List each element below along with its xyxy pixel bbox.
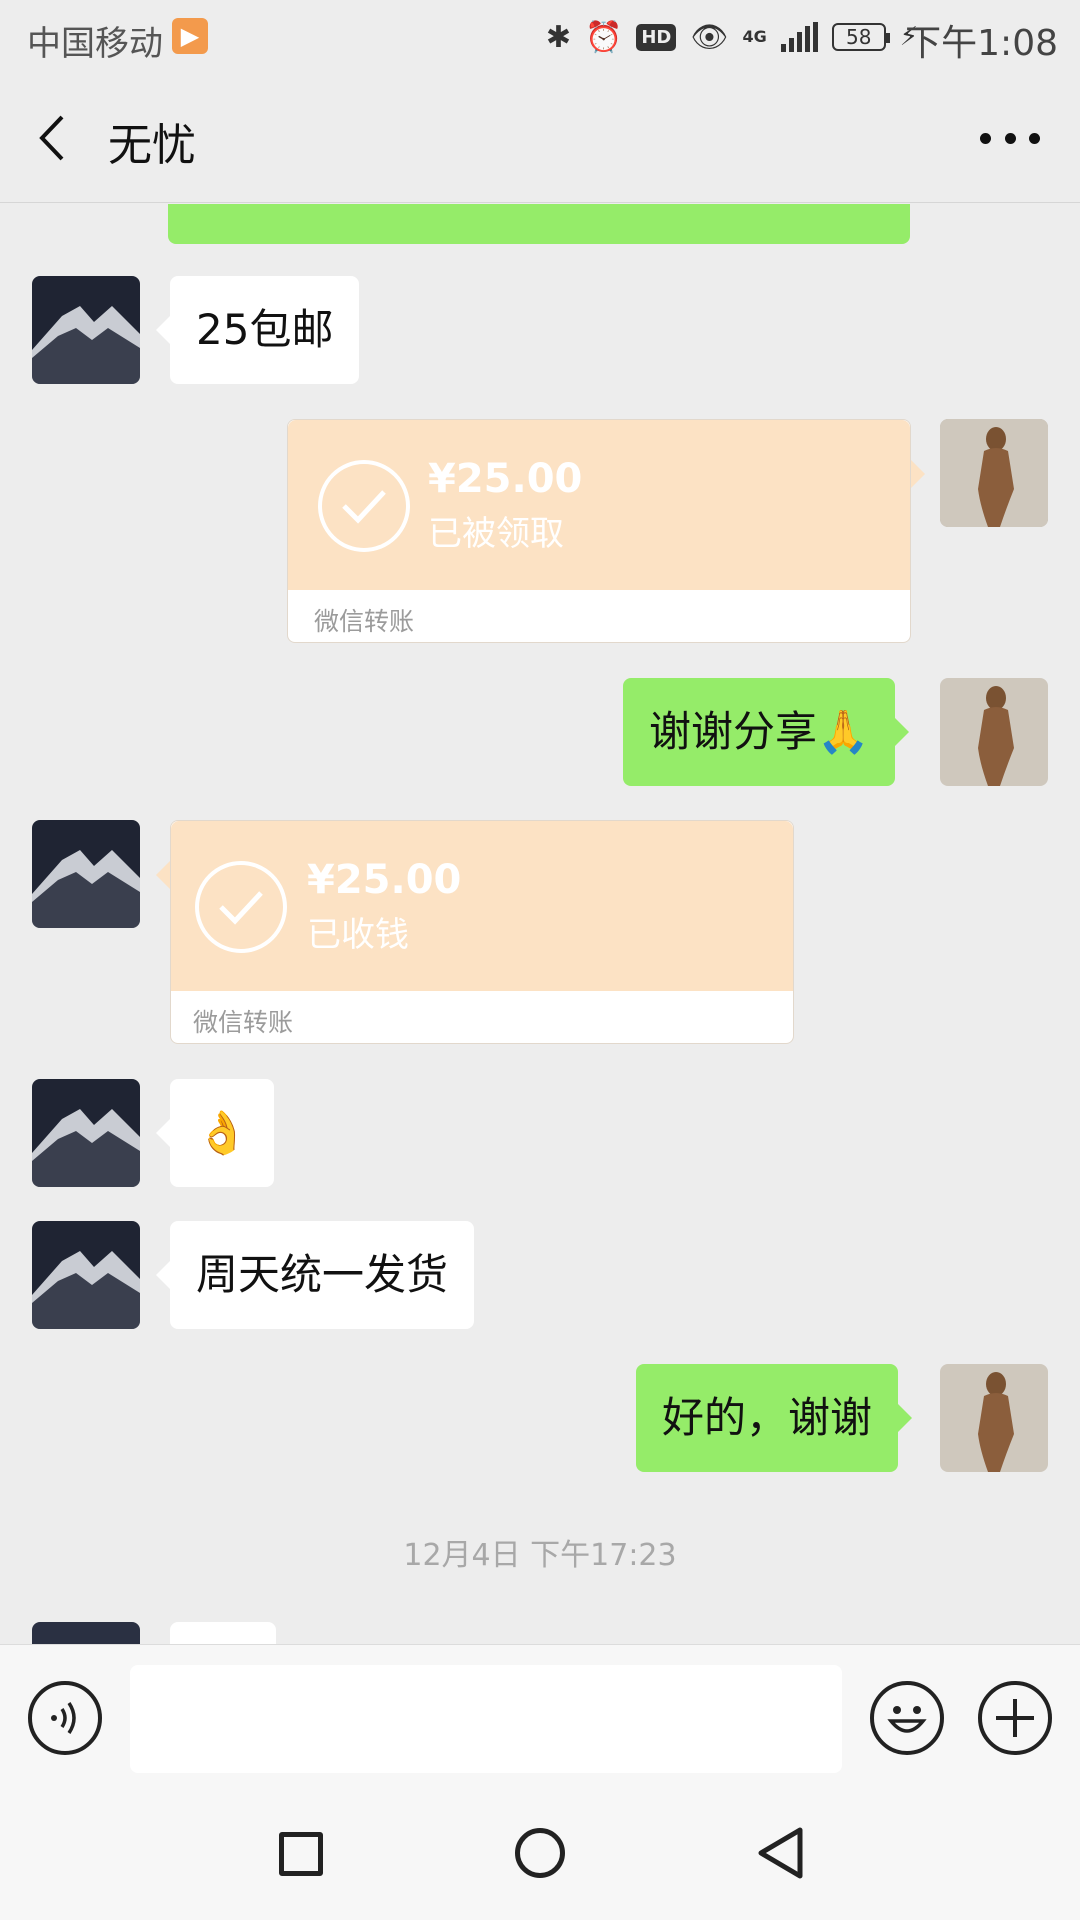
- message-bubble[interactable]: 👌: [155, 1079, 275, 1187]
- carrier-name: 中国移动: [27, 24, 163, 64]
- emoji-icon[interactable]: [870, 1681, 944, 1755]
- network-type: 4G: [742, 27, 767, 46]
- transfer-status: 已收钱: [307, 915, 409, 955]
- transfer-amount: ¥25.00: [307, 857, 462, 903]
- message-bubble[interactable]: 好的，谢谢: [636, 1364, 913, 1472]
- chat-title: 无忧: [108, 120, 196, 171]
- check-circle-icon: [195, 861, 287, 953]
- eye-icon: 👁: [690, 19, 729, 55]
- more-dots-icon[interactable]: [980, 123, 1040, 153]
- message-bubble[interactable]: 谢谢分享🙏: [623, 678, 910, 786]
- contact-avatar[interactable]: [32, 1622, 140, 1644]
- system-nav-bar: [0, 1776, 1080, 1920]
- my-avatar[interactable]: [940, 1364, 1048, 1472]
- message-input[interactable]: [130, 1665, 842, 1773]
- chevron-left-icon[interactable]: [30, 113, 80, 163]
- message-bubble[interactable]: 周天统一发货: [155, 1221, 475, 1329]
- my-avatar[interactable]: [940, 678, 1048, 786]
- voice-icon[interactable]: [28, 1681, 102, 1755]
- battery-icon: 58: [831, 23, 890, 51]
- contact-avatar[interactable]: [32, 1221, 140, 1329]
- contact-avatar[interactable]: [32, 820, 140, 928]
- contact-avatar[interactable]: [32, 1079, 140, 1187]
- recent-apps-icon[interactable]: [279, 1832, 323, 1876]
- plus-icon[interactable]: [978, 1681, 1052, 1755]
- check-circle-icon: [318, 460, 410, 552]
- chat-header: 无忧: [0, 75, 1080, 203]
- hd-icon: HD: [636, 23, 677, 51]
- transfer-label: 微信转账: [193, 1008, 294, 1037]
- cropped-message-bubble[interactable]: [170, 1622, 276, 1644]
- clock: 下午1:08: [905, 23, 1058, 64]
- back-triangle-icon[interactable]: [756, 1826, 804, 1880]
- status-icons: ✱ ⏰ HD 👁 4G 58 ⚡: [546, 14, 918, 60]
- transfer-card[interactable]: ¥25.00 已收钱 微信转账: [156, 820, 794, 1044]
- message-bubble[interactable]: 25包邮: [155, 276, 360, 384]
- message-timestamp: 12月4日 下午17:23: [403, 1538, 677, 1573]
- my-avatar[interactable]: [940, 419, 1048, 527]
- transfer-label: 微信转账: [314, 607, 415, 636]
- transfer-amount: ¥25.00: [428, 456, 583, 502]
- transfer-card[interactable]: ¥25.00 已被领取 微信转账: [287, 419, 925, 643]
- bluetooth-icon: ✱: [545, 19, 571, 55]
- input-bar: [0, 1644, 1080, 1776]
- home-icon[interactable]: [515, 1828, 565, 1878]
- play-badge-icon: ▶: [172, 18, 208, 54]
- transfer-status: 已被领取: [428, 514, 564, 554]
- status-bar: 中国移动 ▶ ✱ ⏰ HD 👁 4G 58 ⚡ 下午1:08: [0, 0, 1080, 75]
- message-list[interactable]: 25包邮 ¥25.00 已被领取 微信转账 谢谢分享🙏 ¥25.00 已收钱 微…: [0, 204, 1080, 1644]
- alarm-icon: ⏰: [585, 19, 623, 55]
- cropped-message-bubble[interactable]: [168, 204, 910, 244]
- signal-icon: [780, 22, 818, 52]
- contact-avatar[interactable]: [32, 276, 140, 384]
